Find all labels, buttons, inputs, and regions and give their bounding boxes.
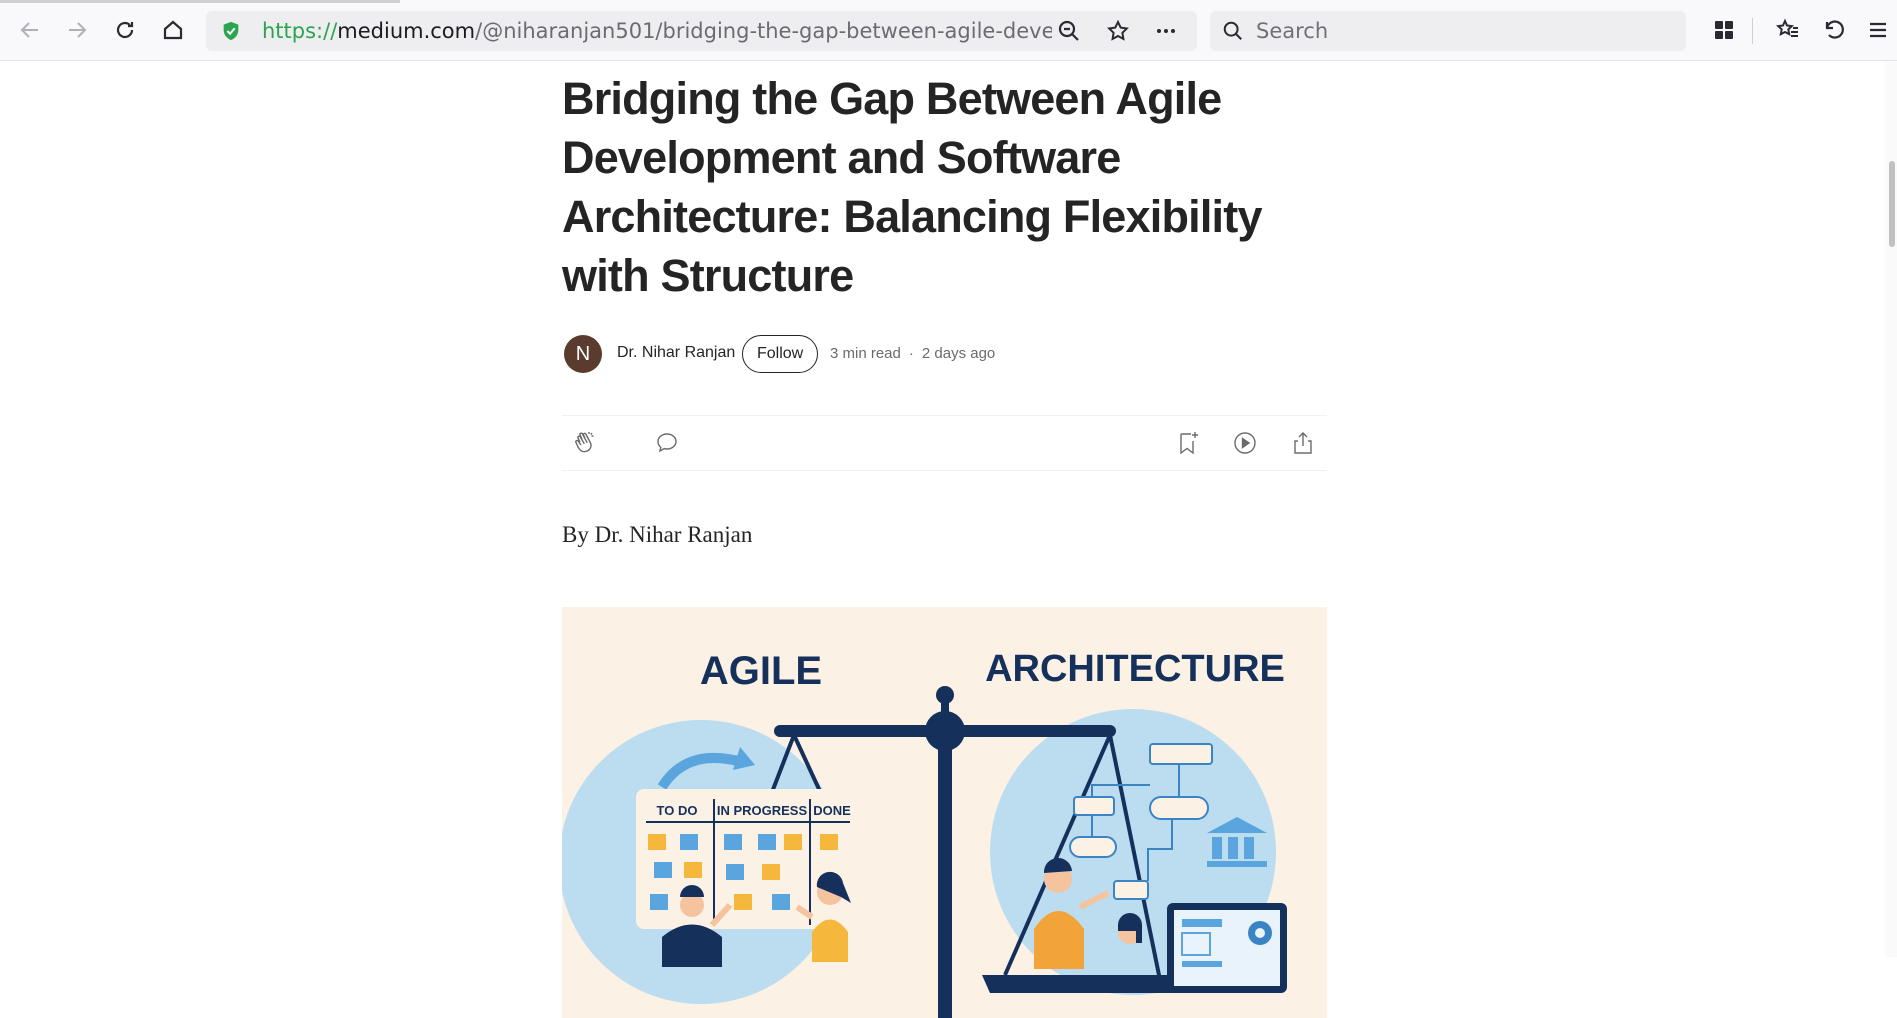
comment-button[interactable] bbox=[654, 430, 680, 456]
board-column-todo: TO DO bbox=[657, 803, 698, 818]
clap-icon bbox=[575, 432, 594, 453]
read-time: 3 min read bbox=[830, 345, 901, 362]
reload-icon bbox=[116, 21, 134, 39]
author-name[interactable]: Dr. Nihar Ranjan bbox=[617, 344, 735, 362]
shield-icon bbox=[223, 21, 239, 41]
url-host: medium.com bbox=[337, 19, 476, 43]
tab-strip-edge bbox=[0, 0, 400, 3]
browser-toolbar: https://medium.com/@niharanjan501/bridgi… bbox=[0, 0, 1897, 61]
hero-image: AGILE ARCHITECTURE TO DO IN PROGRESS DON… bbox=[562, 607, 1327, 1018]
publish-date: 2 days ago bbox=[921, 345, 996, 362]
undo-icon bbox=[1825, 20, 1844, 39]
kanban-board: TO DO IN PROGRESS DONE bbox=[636, 789, 860, 929]
board-column-progress: IN PROGRESS bbox=[717, 803, 808, 818]
page-scrollbar[interactable] bbox=[1885, 61, 1897, 957]
clap-button[interactable] bbox=[572, 430, 598, 456]
save-button[interactable] bbox=[1175, 430, 1201, 456]
play-icon bbox=[1234, 432, 1256, 454]
scrollbar-thumb[interactable] bbox=[1889, 161, 1895, 247]
zoom-out-icon[interactable] bbox=[1057, 19, 1081, 43]
address-bar[interactable]: https://medium.com/@niharanjan501/bridgi… bbox=[206, 11, 1197, 51]
more-icon[interactable] bbox=[1154, 19, 1178, 43]
hero-architecture-label: ARCHITECTURE bbox=[985, 648, 1285, 690]
follow-button[interactable]: Follow bbox=[742, 335, 819, 373]
menu-button[interactable] bbox=[1861, 13, 1895, 47]
apps-button[interactable] bbox=[1707, 13, 1741, 47]
undo-button[interactable] bbox=[1817, 13, 1851, 47]
article-action-bar bbox=[562, 415, 1327, 471]
forward-button[interactable] bbox=[60, 13, 94, 47]
home-icon bbox=[163, 20, 183, 40]
url-scheme: https:// bbox=[262, 19, 338, 43]
article-byline-text: By Dr. Nihar Ranjan bbox=[562, 522, 753, 547]
url-path: /@niharanjan501/bridging-the-gap-between… bbox=[475, 19, 1052, 43]
share-button[interactable] bbox=[1290, 430, 1316, 456]
board-column-done: DONE bbox=[813, 803, 851, 818]
meta-separator: · bbox=[908, 345, 914, 362]
search-icon bbox=[1223, 21, 1242, 40]
search-input[interactable] bbox=[1256, 11, 1656, 51]
toolbar-divider bbox=[1752, 18, 1753, 44]
bookmark-star-icon[interactable] bbox=[1106, 19, 1130, 43]
home-button[interactable] bbox=[156, 13, 190, 47]
apps-grid-icon bbox=[1715, 21, 1733, 39]
listen-button[interactable] bbox=[1232, 430, 1258, 456]
back-icon bbox=[20, 22, 38, 38]
article-meta: 3 min read · 2 days ago bbox=[830, 345, 995, 362]
author-avatar[interactable]: N bbox=[564, 335, 602, 373]
share-icon bbox=[1294, 432, 1312, 454]
computer-monitor bbox=[1167, 903, 1287, 993]
hero-illustration: AGILE ARCHITECTURE TO DO IN PROGRESS DON… bbox=[562, 648, 1287, 1018]
hero-agile-label: AGILE bbox=[700, 649, 822, 693]
article-title: Bridging the Gap Between Agile Developme… bbox=[562, 73, 1262, 301]
favorites-button[interactable] bbox=[1771, 13, 1805, 47]
back-button[interactable] bbox=[13, 13, 47, 47]
byline: N Dr. Nihar Ranjan Follow 3 min read · 2 d… bbox=[564, 335, 1324, 373]
search-bar[interactable] bbox=[1210, 11, 1686, 51]
forward-icon bbox=[69, 22, 87, 38]
menu-icon bbox=[1870, 22, 1886, 38]
bookmark-add-icon bbox=[1180, 432, 1198, 455]
reload-button[interactable] bbox=[108, 13, 142, 47]
url-text[interactable]: https://medium.com/@niharanjan501/bridgi… bbox=[262, 11, 1052, 51]
comment-icon bbox=[657, 433, 677, 453]
favorites-icon bbox=[1776, 18, 1798, 37]
